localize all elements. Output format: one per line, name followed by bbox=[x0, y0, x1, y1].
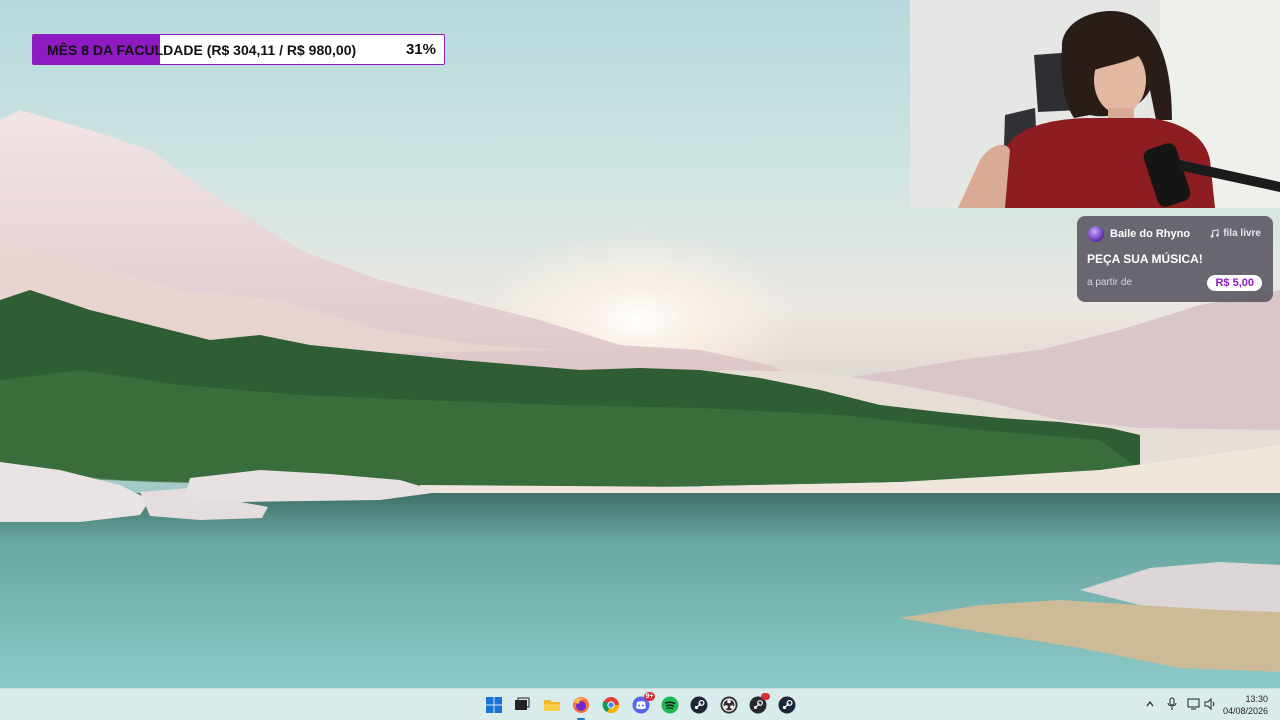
widget-queue-status: fila livre bbox=[1210, 228, 1261, 239]
steam-notify-icon[interactable] bbox=[748, 693, 770, 715]
webcam-image bbox=[910, 0, 1280, 208]
taskbar: 9+ 13:30 04/08/2026 bbox=[0, 688, 1280, 720]
steam-icon[interactable] bbox=[689, 695, 709, 715]
task-view-icon[interactable] bbox=[512, 695, 532, 715]
chevron-up-icon[interactable] bbox=[1143, 697, 1157, 711]
price-badge[interactable]: R$ 5,00 bbox=[1207, 275, 1262, 291]
discord-notification-badge: 9+ bbox=[644, 692, 655, 701]
goal-percent: 31% bbox=[405, 41, 436, 58]
microphone-icon[interactable] bbox=[1165, 697, 1179, 711]
music-note-icon bbox=[1210, 229, 1220, 238]
webcam-feed bbox=[910, 0, 1280, 208]
discord-icon[interactable]: 9+ bbox=[631, 692, 655, 715]
channel-avatar bbox=[1088, 226, 1104, 242]
spotify-icon[interactable] bbox=[660, 695, 680, 715]
widget-headline: PEÇA SUA MÚSICA! bbox=[1087, 252, 1203, 266]
speaker-icon[interactable] bbox=[1203, 697, 1217, 711]
notification-dot bbox=[761, 693, 770, 700]
monitor-icon[interactable] bbox=[1187, 697, 1201, 711]
desktop: MÊS 8 DA FACULDADE (R$ 304,11 / R$ 980,0… bbox=[0, 0, 1280, 688]
windows-start-icon[interactable] bbox=[484, 695, 504, 715]
goal-text: MÊS 8 DA FACULDADE (R$ 304,11 / R$ 980,0… bbox=[47, 41, 357, 58]
clock-date: 04/08/2026 bbox=[1222, 706, 1268, 716]
obs-icon[interactable] bbox=[719, 695, 739, 715]
clock-time: 13:30 bbox=[1245, 694, 1268, 704]
song-request-widget[interactable]: Baile do Rhyno fila livre PEÇA SUA MÚSIC… bbox=[1077, 216, 1273, 302]
chrome-icon[interactable] bbox=[601, 695, 621, 715]
price-prefix: a partir de bbox=[1087, 277, 1133, 288]
firefox-icon[interactable] bbox=[571, 695, 591, 720]
goal-progress-bar: MÊS 8 DA FACULDADE (R$ 304,11 / R$ 980,0… bbox=[32, 34, 445, 65]
folder-icon[interactable] bbox=[542, 695, 562, 715]
widget-channel-name: Baile do Rhyno bbox=[1110, 228, 1191, 240]
queue-label: fila livre bbox=[1223, 228, 1261, 239]
steam-icon[interactable] bbox=[777, 695, 797, 715]
system-clock[interactable]: 13:30 04/08/2026 bbox=[1223, 693, 1268, 717]
